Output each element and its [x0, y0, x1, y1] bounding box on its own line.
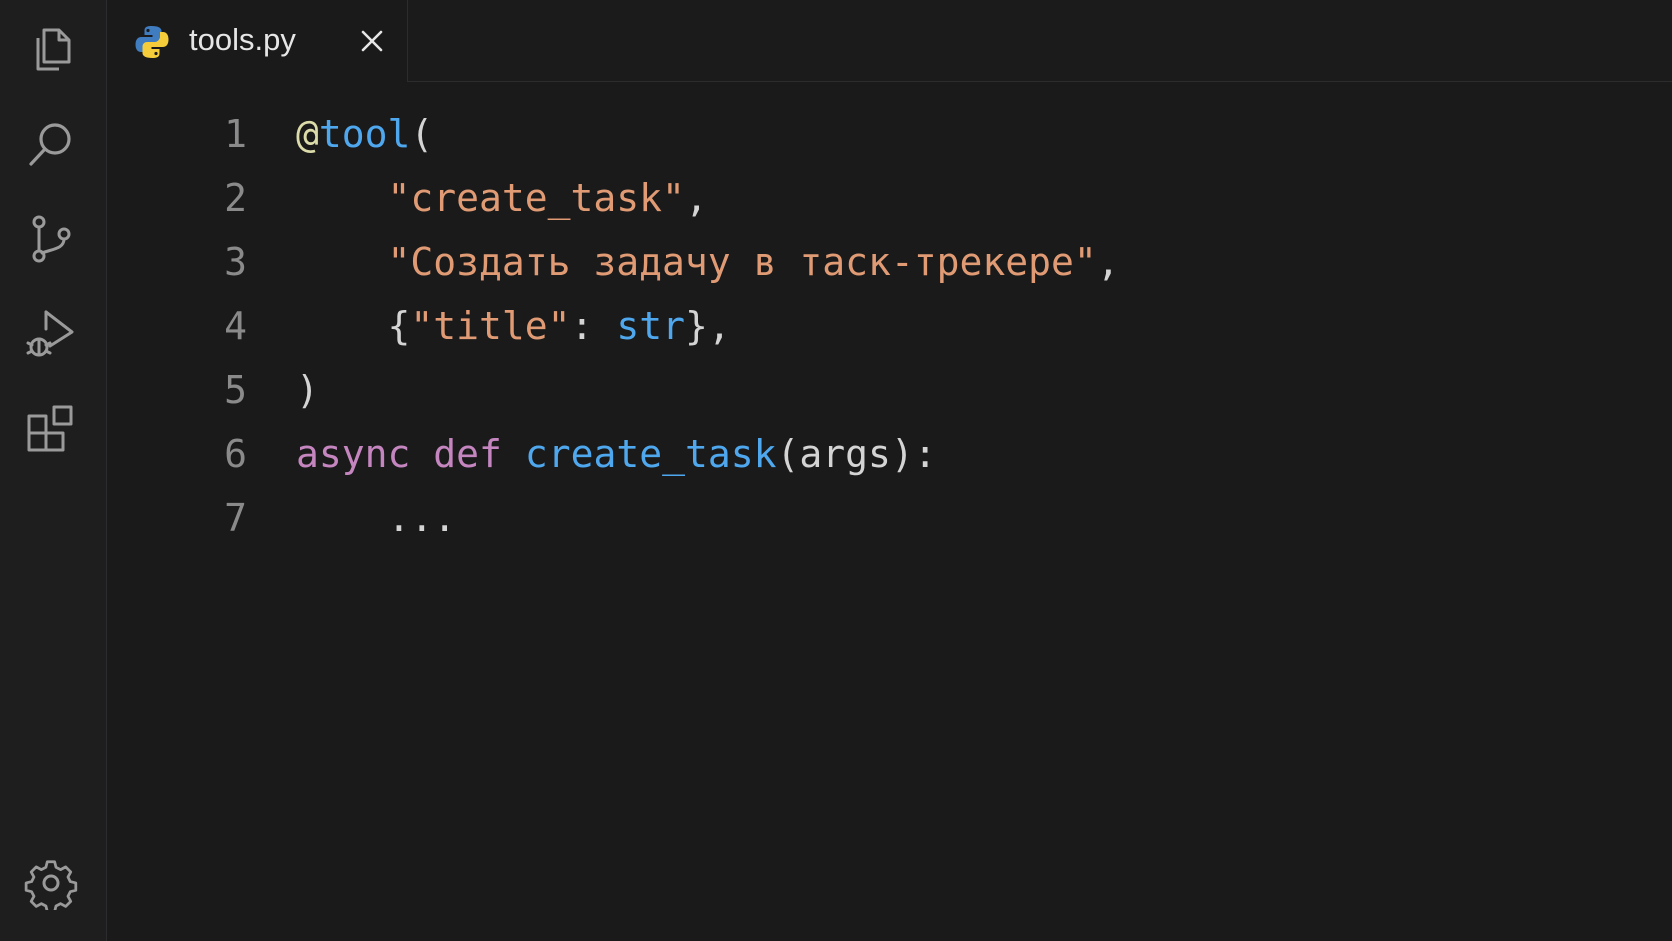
code-token: ,	[1096, 240, 1120, 284]
files-icon[interactable]	[24, 22, 78, 76]
code-token: (	[410, 112, 434, 156]
line-number: 5	[224, 368, 247, 412]
code-token: "title"	[410, 304, 571, 348]
line-number: 7	[224, 496, 247, 540]
code-token: ...	[296, 496, 457, 540]
code-text: "create_task",	[296, 166, 708, 230]
tab-tools-py[interactable]: tools.py	[107, 0, 408, 82]
tab-label: tools.py	[189, 22, 296, 57]
code-token: (args):	[776, 432, 937, 476]
code-text: {"title": str},	[296, 294, 731, 358]
code-token: def	[433, 432, 502, 476]
code-text: async def create_task(args):	[296, 422, 937, 486]
code-line[interactable]: 2 "create_task",	[107, 166, 1672, 230]
code-token: tool	[318, 112, 411, 156]
code-token: @	[296, 112, 319, 156]
code-token: )	[296, 368, 319, 412]
line-number: 2	[224, 176, 247, 220]
extensions-icon[interactable]	[24, 402, 78, 456]
code-token: ,	[684, 176, 708, 220]
code-token: {	[296, 304, 411, 348]
source-control-icon[interactable]	[24, 212, 78, 266]
line-number: 6	[224, 432, 247, 476]
code-token: async	[296, 432, 411, 476]
code-token: },	[684, 304, 731, 348]
line-number: 3	[224, 240, 247, 284]
code-line[interactable]: 1 @tool(	[107, 102, 1672, 166]
tab-bar: tools.py	[107, 0, 1672, 82]
search-icon[interactable]	[24, 117, 78, 171]
code-token: :	[570, 304, 617, 348]
code-line[interactable]: 3 "Создать задачу в таск-трекере",	[107, 230, 1672, 294]
line-number: 4	[224, 304, 247, 348]
code-token: create_task	[524, 432, 777, 476]
code-line[interactable]: 4 {"title": str},	[107, 294, 1672, 358]
code-text: "Создать задачу в таск-трекере",	[296, 230, 1120, 294]
code-line[interactable]: 6 async def create_task(args):	[107, 422, 1672, 486]
code-text: ...	[296, 486, 457, 550]
code-text: @tool(	[296, 102, 433, 166]
code-token: str	[616, 304, 685, 348]
activity-bar	[0, 0, 107, 941]
code-editor[interactable]: 1 @tool(2 "create_task", 3 "Создать задачу…	[107, 82, 1672, 941]
close-icon[interactable]	[359, 28, 385, 54]
code-token: "Создать задачу в таск-трекере"	[387, 240, 1097, 284]
line-number: 1	[224, 112, 247, 156]
code-line[interactable]: 7 ...	[107, 486, 1672, 550]
gear-icon[interactable]	[24, 856, 78, 910]
python-icon	[135, 26, 169, 58]
run-debug-icon[interactable]	[24, 307, 78, 361]
code-line[interactable]: 5)	[107, 358, 1672, 422]
code-text: )	[296, 358, 319, 422]
code-token: "create_task"	[387, 176, 685, 220]
